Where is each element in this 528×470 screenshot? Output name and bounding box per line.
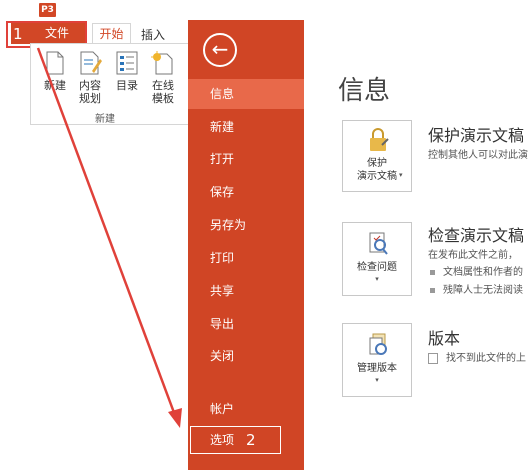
chevron-down-icon: ▾ (375, 376, 379, 384)
nav-item-info[interactable]: 信息 (188, 79, 304, 109)
protect-presentation-button[interactable]: 保护 演示文稿 ▾ (342, 120, 412, 192)
nav-item-label: 打开 (210, 152, 235, 166)
inspect-icon (369, 232, 388, 255)
nav-item-share[interactable]: 共享 (188, 276, 304, 306)
tab-home[interactable]: 开始 (92, 23, 131, 45)
step1-number: 1 (13, 25, 23, 43)
bullet-text: 文档属性和作者的 (443, 267, 523, 278)
nav-item-export[interactable]: 导出 (188, 309, 304, 339)
step2-number: 2 (246, 431, 256, 449)
powerpoint-logo-icon: P3 (39, 3, 56, 17)
nav-item-open[interactable]: 打开 (188, 144, 304, 174)
nav-item-label: 导出 (210, 317, 235, 331)
toc-button[interactable]: 目录 (113, 51, 141, 92)
versions-icon (369, 333, 387, 355)
versions-desc-text: 找不到此文件的上 (446, 353, 526, 364)
chevron-down-icon: ▾ (375, 275, 379, 283)
bullet-icon (430, 269, 435, 275)
versions-section-title: 版本 (428, 329, 461, 348)
step2-highlight-box (190, 426, 281, 454)
list-item: 残障人士无法阅读 (430, 281, 523, 296)
nav-item-label: 共享 (210, 284, 235, 298)
nav-item-label: 新建 (210, 120, 235, 134)
nav-item-print[interactable]: 打印 (188, 243, 304, 273)
table-of-contents-icon (116, 51, 138, 75)
bullet-text: 残障人士无法阅读 (443, 285, 523, 296)
versions-section-desc: 找不到此文件的上 (428, 349, 526, 364)
page-title: 信息 (338, 76, 391, 106)
inspect-section-title: 检查演示文稿 (428, 226, 525, 245)
toc-label: 目录 (116, 79, 138, 92)
nav-item-label: 关闭 (210, 349, 235, 363)
protect-section-title: 保护演示文稿 (428, 126, 525, 145)
nav-item-save[interactable]: 保存 (188, 177, 304, 207)
nav-item-new[interactable]: 新建 (188, 112, 304, 142)
ribbon-group-label: 新建 (95, 114, 115, 125)
content-planning-icon (80, 51, 102, 75)
nav-item-close[interactable]: 关闭 (188, 341, 304, 371)
online-templates-button[interactable]: 在线 模板 (148, 51, 178, 105)
nav-item-label: 另存为 (210, 218, 247, 232)
content-planning-label: 内容 规划 (79, 79, 101, 105)
document-icon (428, 352, 438, 364)
nav-item-label: 信息 (210, 87, 235, 101)
bullet-icon (430, 287, 435, 293)
content-planning-button[interactable]: 内容 规划 (76, 51, 104, 105)
new-button-label: 新建 (44, 79, 66, 92)
nav-item-account[interactable]: 帐户 (188, 394, 304, 424)
online-template-icon (151, 51, 173, 75)
new-document-icon (46, 51, 64, 75)
nav-item-label: 帐户 (210, 402, 235, 416)
online-templates-label: 在线 模板 (152, 79, 174, 105)
check-issues-button[interactable]: 检查问题 ▾ (342, 222, 412, 296)
list-item: 文档属性和作者的 (430, 263, 523, 278)
protect-section-desc: 控制其他人可以对此演 (428, 150, 528, 161)
nav-item-save-as[interactable]: 另存为 (188, 210, 304, 240)
lock-icon (370, 128, 389, 151)
manage-versions-button[interactable]: 管理版本 ▾ (342, 323, 412, 397)
nav-item-label: 保存 (210, 185, 235, 199)
chevron-down-icon: ▾ (399, 171, 403, 179)
inspect-section-desc: 在发布此文件之前， (428, 250, 518, 261)
tab-insert[interactable]: 插入 (141, 26, 165, 43)
nav-item-label: 打印 (210, 251, 235, 265)
new-button[interactable]: 新建 (42, 51, 68, 92)
back-arrow-icon[interactable]: ← (203, 33, 237, 67)
